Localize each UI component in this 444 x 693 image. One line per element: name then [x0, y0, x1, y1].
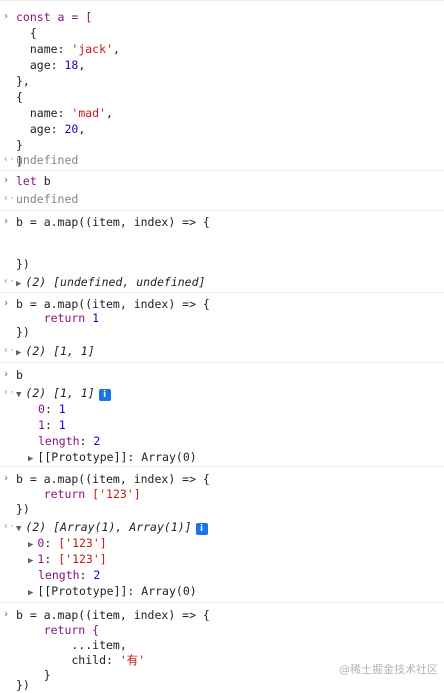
result-arrow-icon: ‹· [3, 276, 16, 287]
property-row[interactable]: ▶ 1: ['123'] [28, 551, 107, 567]
property-row: 0: 1 [38, 402, 66, 416]
code-line[interactable]: { [16, 25, 37, 41]
expand-triangle-icon[interactable]: ▶ [28, 556, 33, 566]
console-result: ‹· undefined [0, 150, 444, 170]
property-row: length: 2 [38, 568, 101, 582]
result-value: undefined [16, 192, 79, 206]
result-arrow-icon: ‹· [3, 345, 16, 356]
expand-triangle-icon[interactable]: ▶ [16, 279, 21, 289]
watermark: @稀土掘金技术社区 [339, 663, 438, 676]
console-entry-6: › b = a.map((item, index) => { return ['… [0, 466, 444, 603]
code-line[interactable]: b [16, 367, 23, 383]
result-arrow-icon: ‹· [3, 387, 16, 398]
result-value[interactable]: ▶ (2) [1, 1] [16, 343, 95, 359]
result-arrow-icon: ‹· [3, 193, 16, 204]
code-line[interactable]: age: 18, [16, 57, 85, 73]
result-arrow-icon: ‹· [3, 154, 16, 165]
input-prompt-icon: › [3, 216, 10, 227]
console-entry-3: › b = a.map((item, index) => { }) ‹· ▶ (2… [0, 210, 444, 293]
console-entry-1: › const a = [ { name: 'jack', age: 18, }… [0, 0, 444, 171]
code-line[interactable]: let b [16, 173, 51, 189]
prototype-row[interactable]: ▶ [[Prototype]]: Array(0) [28, 583, 197, 599]
input-prompt-icon: › [3, 11, 10, 22]
expand-triangle-icon[interactable]: ▶ [28, 454, 33, 464]
property-row: length: 2 [38, 434, 101, 448]
expand-triangle-icon[interactable]: ▶ [28, 540, 33, 550]
code-line[interactable]: }) [16, 677, 30, 693]
code-line[interactable]: { [16, 89, 23, 105]
expand-triangle-icon[interactable]: ▶ [28, 588, 33, 598]
code-line[interactable]: return { [16, 622, 99, 638]
code-line[interactable]: }) [16, 501, 30, 517]
console-entry-5: › b ‹· ▼ (2) [1, 1] i 0: 1 1: 1 length: 2 … [0, 362, 444, 467]
console-entry-4: › b = a.map((item, index) => { return 1 … [0, 292, 444, 363]
code-line[interactable]: b = a.map((item, index) => { [16, 607, 210, 623]
info-icon[interactable]: i [98, 389, 111, 401]
code-line[interactable]: child: '有' [16, 652, 145, 668]
property-row[interactable]: ▶ 0: ['123'] [28, 535, 107, 551]
code-line[interactable]: ...item, [16, 637, 126, 653]
result-value: undefined [16, 153, 79, 167]
code-line[interactable]: }, [16, 73, 30, 89]
result-arrow-icon: ‹· [3, 521, 16, 532]
code-line[interactable]: age: 20, [16, 121, 85, 137]
code-line[interactable]: }) [16, 256, 30, 272]
code-line[interactable]: name: 'mad', [16, 105, 113, 121]
info-icon[interactable]: i [195, 523, 208, 535]
input-prompt-icon: › [3, 298, 10, 309]
input-prompt-icon: › [3, 369, 10, 380]
collapse-triangle-icon[interactable]: ▼ [16, 390, 21, 400]
code-line[interactable]: }) [16, 324, 30, 340]
prototype-row[interactable]: ▶ [[Prototype]]: Array(0) [28, 449, 197, 465]
code-line[interactable]: name: 'jack', [16, 41, 120, 57]
code-line[interactable]: b = a.map((item, index) => { [16, 471, 210, 487]
code-line[interactable]: const a = [ [16, 9, 92, 25]
input-prompt-icon: › [3, 473, 10, 484]
collapse-triangle-icon[interactable]: ▼ [16, 524, 21, 534]
input-prompt-icon: › [3, 175, 10, 186]
console-entry-2: › let b ‹· undefined [0, 170, 444, 211]
result-value[interactable]: ▶ (2) [undefined, undefined] [16, 274, 205, 290]
code-line[interactable]: b = a.map((item, index) => { [16, 214, 210, 230]
result-value[interactable]: ▼ (2) [1, 1] i [16, 385, 111, 401]
expand-triangle-icon[interactable]: ▶ [16, 348, 21, 358]
property-row: 1: 1 [38, 418, 66, 432]
result-value[interactable]: ▼ (2) [Array(1), Array(1)] i [16, 519, 208, 535]
code-line[interactable]: return ['123'] [16, 486, 141, 502]
input-prompt-icon: › [3, 609, 10, 620]
